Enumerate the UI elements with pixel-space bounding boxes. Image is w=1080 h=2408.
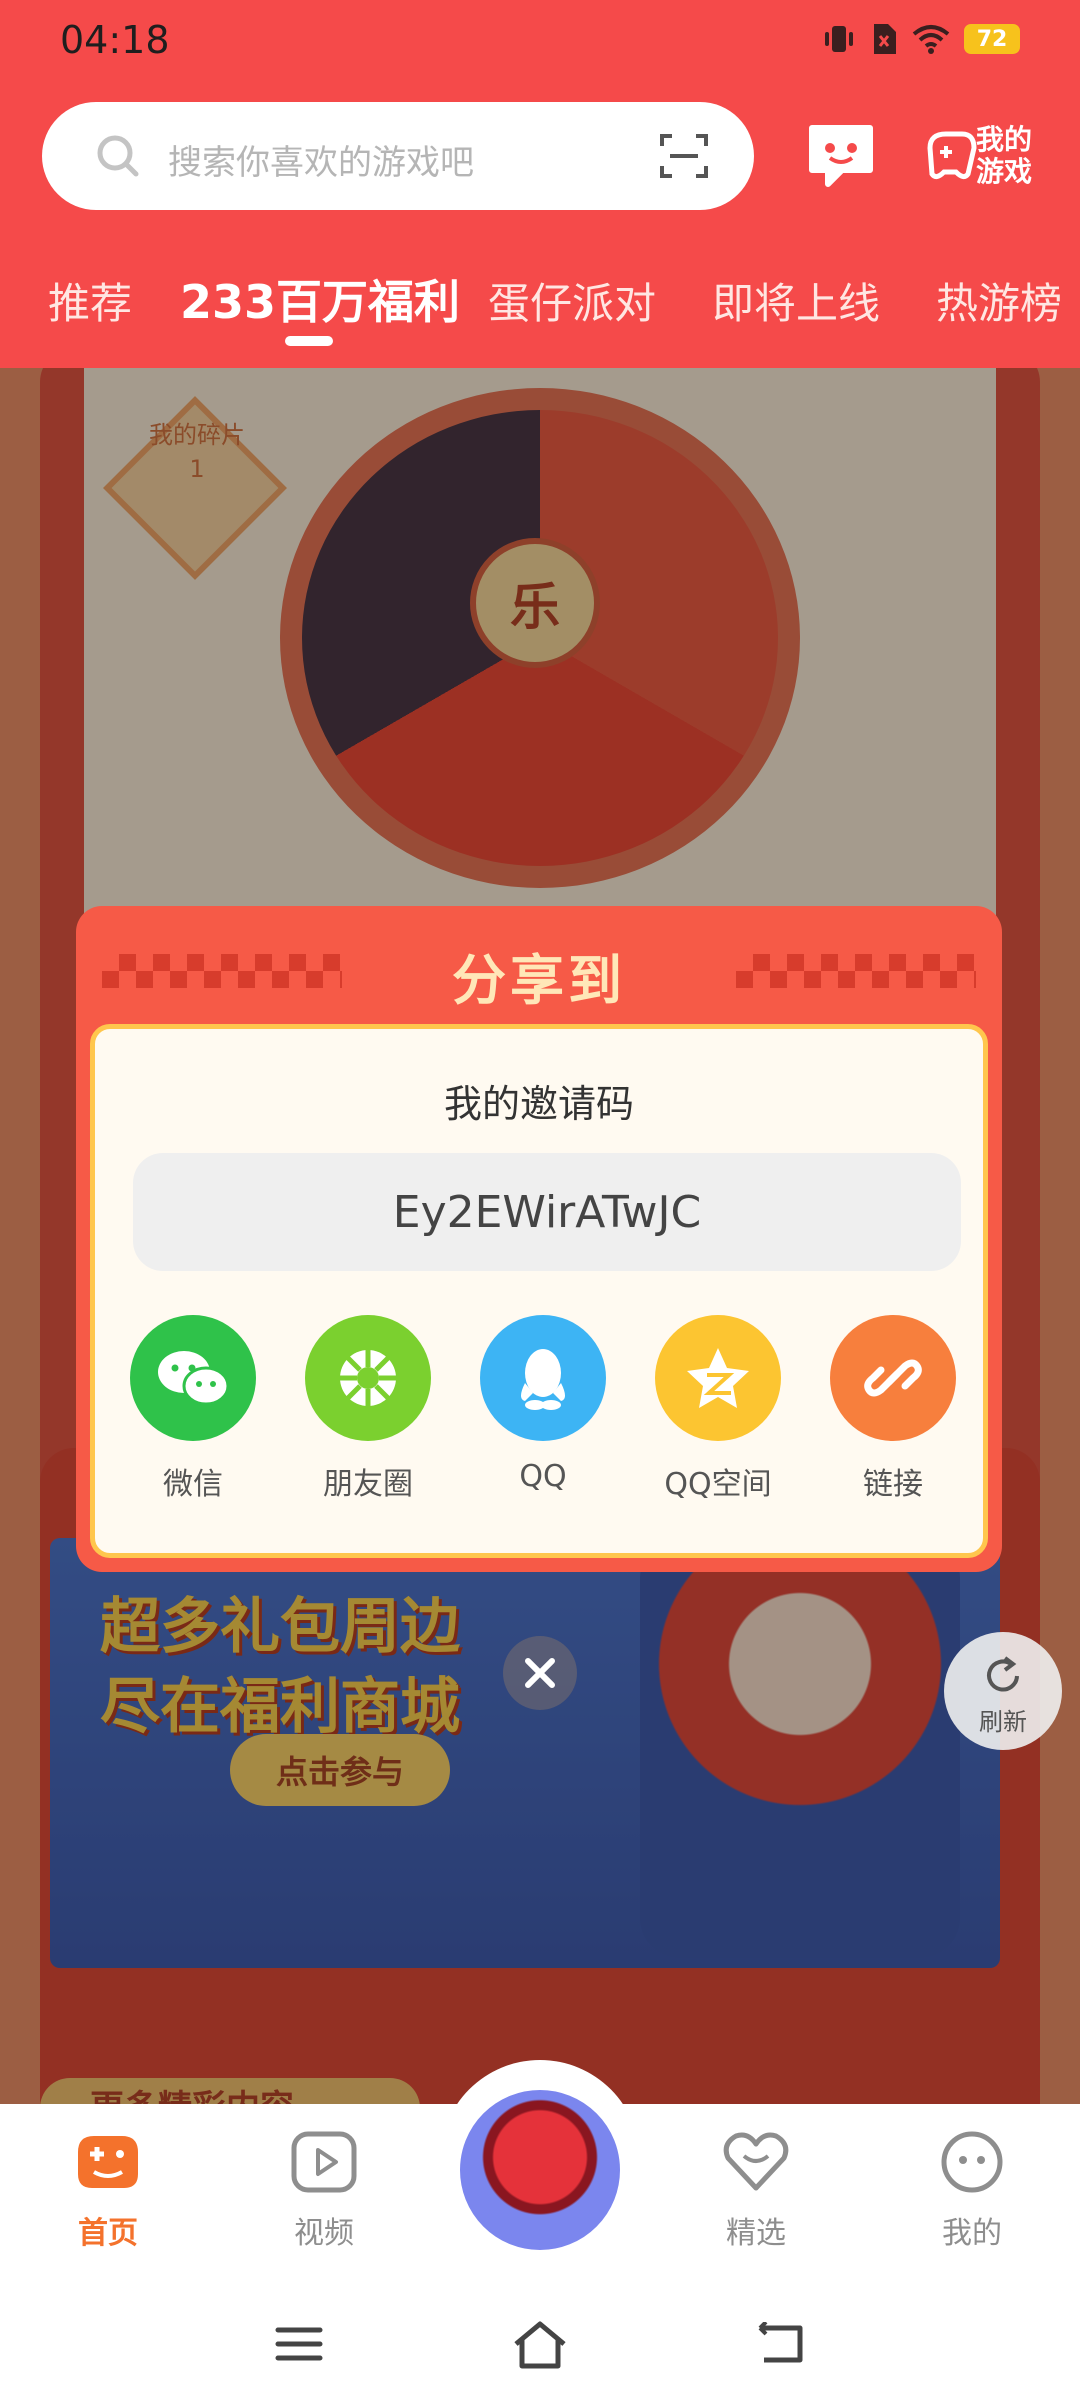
refresh-button[interactable]: 刷新 <box>944 1632 1062 1750</box>
share-qzone-label: QQ空间 <box>664 1467 772 1502</box>
home-icon[interactable] <box>510 2320 570 2370</box>
wechat-icon <box>130 1315 256 1441</box>
search-icon <box>97 135 139 177</box>
vibrate-icon <box>825 26 853 52</box>
gamepad-icon <box>927 131 977 180</box>
moments-icon <box>305 1315 431 1441</box>
nav-me[interactable]: 我的 <box>902 2130 1042 2252</box>
nav-featured-label: 精选 <box>726 2216 786 2251</box>
heart-icon <box>723 2132 789 2191</box>
search-placeholder: 搜索你喜欢的游戏吧 <box>168 143 474 183</box>
refresh-label: 刷新 <box>979 1708 1027 1736</box>
tab-recommend[interactable]: 推荐 <box>48 270 132 331</box>
center-avatar-button[interactable] <box>456 2086 624 2254</box>
close-dialog-button[interactable] <box>503 1636 577 1710</box>
share-wechat-label: 微信 <box>163 1467 223 1502</box>
refresh-icon <box>987 1656 1019 1692</box>
battery-level: 72 <box>976 26 1008 52</box>
share-moments-label: 朋友圈 <box>323 1467 413 1502</box>
share-link[interactable]: 链接 <box>823 1315 963 1503</box>
my-games-label: 我的游戏 <box>976 123 1033 188</box>
share-qq-label: QQ <box>519 1459 567 1494</box>
app-screen: 04:18 72 搜索你喜欢的游戏吧 我的游戏 推荐 233百万福利 蛋仔派对 … <box>0 0 1080 2408</box>
top-header: 04:18 72 搜索你喜欢的游戏吧 我的游戏 推荐 233百万福利 蛋仔派对 … <box>0 0 1080 368</box>
my-games-button[interactable]: 我的游戏 <box>922 118 1034 194</box>
share-dialog: 分享到 我的邀请码 Ey2EWirATwJC 微信 朋友圈 QQ QQ空间 链接 <box>76 906 1002 1572</box>
close-icon <box>525 1658 555 1688</box>
nav-home-label: 首页 <box>78 2216 138 2251</box>
video-play-icon <box>291 2131 357 2193</box>
share-link-label: 链接 <box>863 1467 923 1502</box>
tab-coming-soon[interactable]: 即将上线 <box>712 270 880 331</box>
qq-icon <box>480 1315 606 1441</box>
back-icon[interactable] <box>754 2322 806 2366</box>
share-dialog-body: 我的邀请码 Ey2EWirATwJC 微信 朋友圈 QQ QQ空间 链接 <box>90 1024 988 1558</box>
nav-video[interactable]: 视频 <box>254 2130 394 2252</box>
status-icons: 72 <box>822 22 1020 56</box>
search-bar[interactable]: 搜索你喜欢的游戏吧 <box>42 102 754 210</box>
invite-code-value: Ey2EWirATwJC <box>392 1186 702 1238</box>
share-qzone[interactable]: QQ空间 <box>648 1315 788 1503</box>
qzone-icon <box>655 1315 781 1441</box>
tab-eggy-party[interactable]: 蛋仔派对 <box>488 270 656 331</box>
active-tab-indicator <box>285 336 333 346</box>
profile-face-icon <box>941 2131 1003 2193</box>
link-icon <box>830 1315 956 1441</box>
nav-home[interactable]: 首页 <box>38 2130 178 2252</box>
no-sim-icon <box>874 24 896 54</box>
home-gamepad-icon <box>78 2136 138 2188</box>
wifi-icon <box>912 25 950 54</box>
share-qq[interactable]: QQ <box>473 1315 613 1494</box>
nav-me-label: 我的 <box>942 2216 1002 2251</box>
nav-video-label: 视频 <box>294 2216 354 2251</box>
share-wechat[interactable]: 微信 <box>123 1315 263 1503</box>
invite-code-field[interactable]: Ey2EWirATwJC <box>133 1153 961 1271</box>
category-tabs: 推荐 233百万福利 蛋仔派对 即将上线 热游榜 <box>0 262 1080 352</box>
share-dialog-title: 分享到 <box>452 949 626 1012</box>
battery-indicator: 72 <box>964 24 1020 54</box>
tab-233-welfare[interactable]: 233百万福利 <box>180 266 460 332</box>
nav-featured[interactable]: 精选 <box>686 2130 826 2252</box>
menu-icon[interactable] <box>274 2324 324 2364</box>
invite-code-label: 我的邀请码 <box>443 1082 634 1126</box>
message-icon[interactable] <box>806 122 876 188</box>
system-navigation-bar <box>0 2290 1080 2408</box>
scan-icon[interactable] <box>658 130 710 182</box>
share-moments[interactable]: 朋友圈 <box>298 1315 438 1503</box>
tab-hot-games[interactable]: 热游榜 <box>936 270 1062 331</box>
status-bar: 04:18 72 <box>0 0 1080 84</box>
status-time: 04:18 <box>60 18 170 62</box>
